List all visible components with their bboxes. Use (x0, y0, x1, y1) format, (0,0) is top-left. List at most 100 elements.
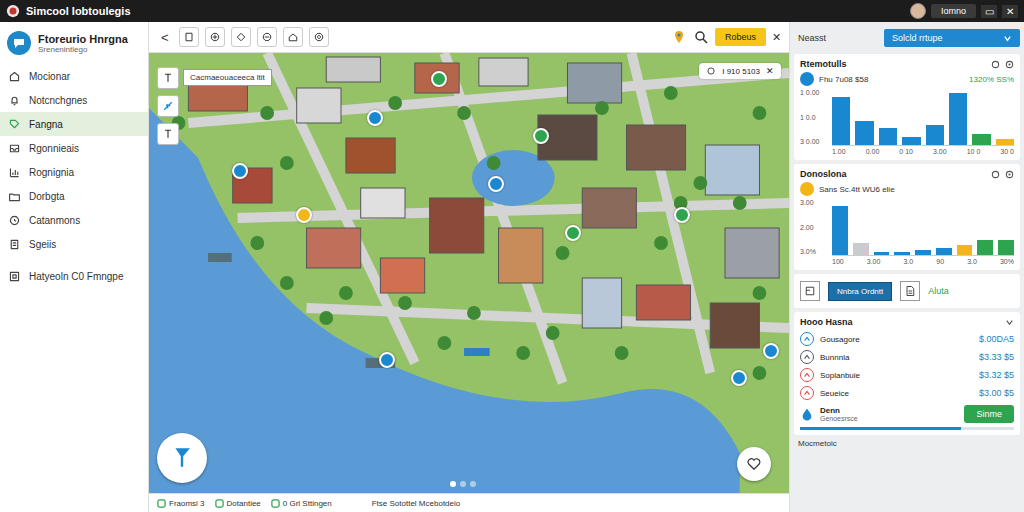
sidebar-item[interactable]: Mocionar (0, 64, 148, 88)
expand-button[interactable] (800, 281, 820, 301)
sidebar-item[interactable]: Sgeiis (0, 232, 148, 256)
sidebar-item[interactable]: Catanmons (0, 208, 148, 232)
row-icon (800, 386, 814, 400)
bar[interactable] (998, 240, 1014, 255)
settings-icon[interactable] (1005, 170, 1014, 179)
bar[interactable] (996, 139, 1014, 145)
list-row[interactable]: Gousagore$.00DA5 (800, 330, 1014, 348)
add-pin-button[interactable] (157, 433, 207, 483)
settings-icon[interactable] (1005, 60, 1014, 69)
map-pin[interactable] (431, 71, 447, 87)
item-button[interactable]: Sinme (964, 405, 1014, 423)
sidebar-nav: MocionarNotcnchgnesFangnaRgonnieaisRogni… (0, 64, 148, 288)
bar[interactable] (926, 125, 944, 145)
chart-actions (991, 170, 1014, 179)
row-label: Soplanbuie (820, 371, 860, 380)
map-tool-button[interactable] (157, 123, 179, 145)
bar[interactable] (977, 240, 993, 255)
bar[interactable] (972, 134, 990, 145)
item-icon (803, 335, 811, 343)
refresh-icon[interactable] (991, 60, 1000, 69)
bar-slot (915, 199, 931, 255)
carousel-dot[interactable] (460, 481, 466, 487)
close-button[interactable]: ✕ (772, 31, 781, 44)
tool-icon (261, 31, 273, 43)
nav-item-icon (8, 214, 21, 227)
map-tool-panel (157, 67, 179, 145)
tool-button[interactable] (309, 27, 329, 47)
tool-button[interactable] (257, 27, 277, 47)
map-tool-button[interactable] (157, 95, 179, 117)
bar[interactable] (949, 93, 967, 145)
bar[interactable] (936, 248, 952, 255)
map-canvas[interactable]: Cacmaeouaceeca ltitI 910 5103✕ (149, 53, 789, 493)
toolbar-button[interactable]: Robeus (715, 28, 766, 46)
marker-icon[interactable] (671, 29, 687, 45)
sidebar-item[interactable]: Rognignia (0, 160, 148, 184)
map-pin[interactable] (533, 128, 549, 144)
chevron-down-icon[interactable] (1005, 318, 1014, 327)
bar[interactable] (855, 121, 873, 145)
y-tick: 2.00 (800, 224, 828, 231)
bar[interactable] (915, 250, 931, 255)
map-tool-button[interactable] (157, 67, 179, 89)
sidebar-item[interactable]: Fangna (0, 112, 148, 136)
window-control[interactable]: ✕ (1002, 5, 1018, 18)
tool-button[interactable] (231, 27, 251, 47)
bar[interactable] (902, 137, 920, 145)
sidebar-item[interactable]: Rgonnieais (0, 136, 148, 160)
chart-card: RtemotullsFhu 7u08 $581320% SS%1 0.001 0… (794, 54, 1020, 160)
user-button[interactable]: Iomno (931, 4, 976, 18)
avatar-icon[interactable] (910, 3, 926, 19)
bar[interactable] (957, 245, 973, 255)
bar[interactable] (832, 97, 850, 145)
y-tick: 1 0.00 (800, 89, 828, 96)
bar-slot (902, 89, 920, 145)
search-icon[interactable] (693, 29, 709, 45)
bar-slot (957, 199, 973, 255)
sidebar-item[interactable]: Hatyeoln C0 Fmngpe (0, 264, 148, 288)
favorite-button[interactable] (737, 447, 771, 481)
tool-button[interactable] (205, 27, 225, 47)
chart-header: Donoslona (800, 169, 1014, 179)
document-icon (904, 285, 916, 297)
bar[interactable] (894, 252, 910, 255)
chart-card: DonoslonaSans Sc.4tt WU6 elie3.002.003.0… (794, 164, 1020, 270)
window-control[interactable]: ▭ (981, 5, 997, 18)
sidebar-item[interactable]: Notcnchgnes (0, 88, 148, 112)
panel-select[interactable]: Solcld rrtupe (884, 29, 1020, 47)
top-controls: Iomno ▭ ✕ (910, 3, 1018, 19)
chart-legend: Fhu 7u08 $581320% SS% (800, 72, 1014, 86)
bar[interactable] (853, 243, 869, 255)
sidebar-item[interactable]: Dorbgta (0, 184, 148, 208)
map-pin[interactable] (367, 110, 383, 126)
x-label: 0.00 (866, 148, 880, 155)
sidebar-item-label: Hatyeoln C0 Fmngpe (29, 271, 124, 282)
tool-button[interactable] (179, 27, 199, 47)
secondary-button[interactable]: Aluta (928, 286, 949, 296)
info-close-button[interactable]: ✕ (766, 66, 774, 76)
map-pin[interactable] (565, 225, 581, 241)
tool-button[interactable] (283, 27, 303, 47)
document-button[interactable] (900, 281, 920, 301)
carousel-dot[interactable] (450, 481, 456, 487)
tool-icon (235, 31, 247, 43)
app-logo-icon (6, 4, 20, 18)
carousel-dot[interactable] (470, 481, 476, 487)
back-button[interactable]: < (157, 30, 173, 45)
pointer-icon (162, 72, 174, 84)
list-row[interactable]: Soplanbuie$3.32 $5 (800, 366, 1014, 384)
bar[interactable] (879, 128, 897, 145)
bar[interactable] (874, 252, 890, 255)
status-item: Fraomsi 3 (157, 499, 205, 508)
bar[interactable] (832, 206, 848, 255)
map-pin[interactable] (674, 207, 690, 223)
refresh-icon[interactable] (991, 170, 1000, 179)
nav-item-icon (8, 118, 21, 131)
text-tool-icon (162, 128, 174, 140)
primary-button[interactable]: Nnbra Ordntt (828, 282, 892, 301)
row-value: $.00DA5 (979, 334, 1014, 344)
list-row[interactable]: Bunnnla$3.33 $5 (800, 348, 1014, 366)
tool-icon (313, 31, 325, 43)
list-row[interactable]: Seueice$3.00 $5 (800, 384, 1014, 402)
